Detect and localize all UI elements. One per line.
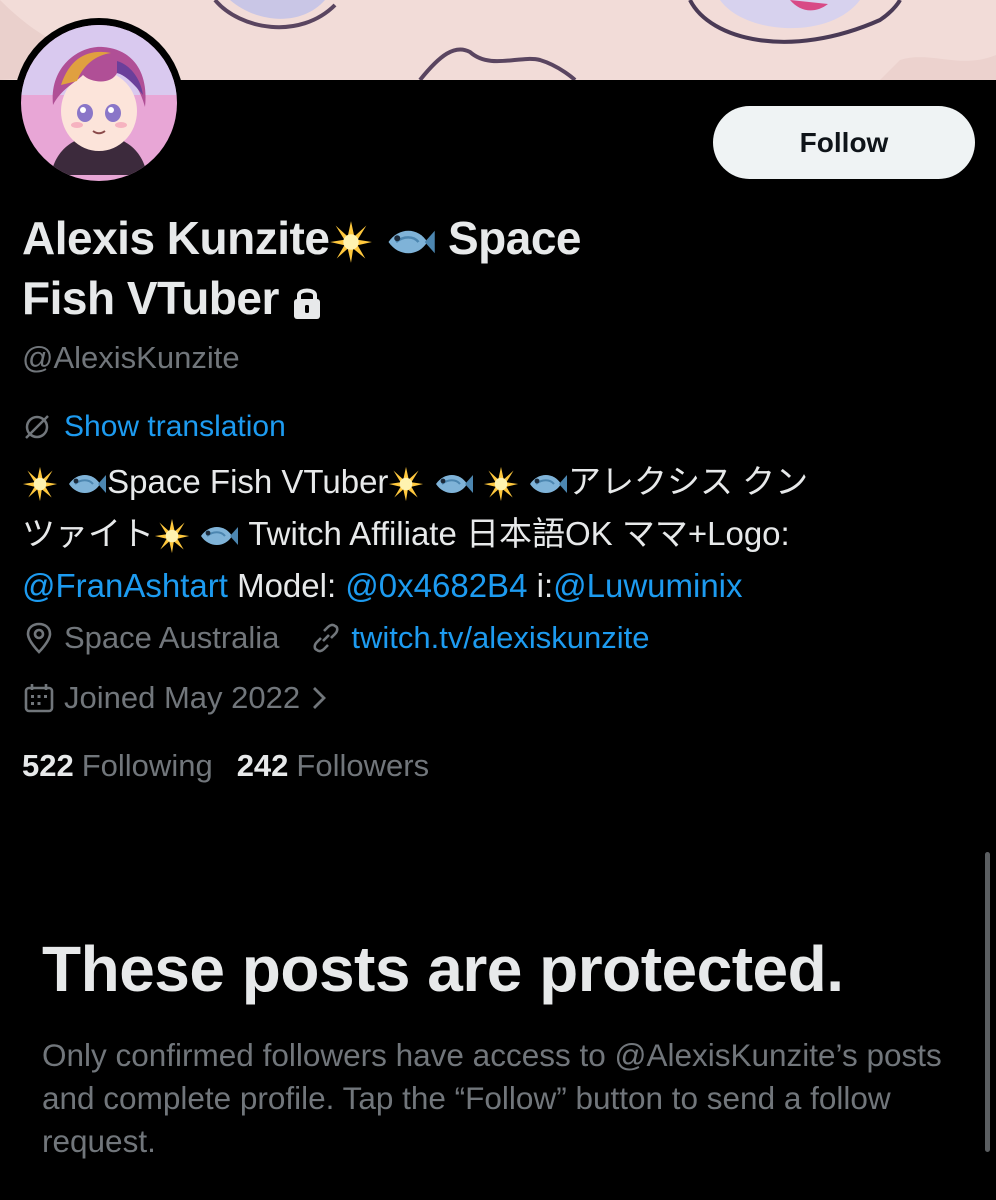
username-handle: @AlexisKunzite bbox=[22, 340, 240, 375]
location-text: Space Australia bbox=[64, 620, 280, 655]
bio-text-5: Model: bbox=[227, 567, 346, 604]
sparkle-icon bbox=[329, 220, 373, 264]
joined-text: Joined May 2022 bbox=[64, 680, 301, 715]
protected-title: These posts are protected. bbox=[42, 933, 844, 1005]
fish-icon bbox=[386, 223, 436, 261]
following-stat[interactable]: 522 Following bbox=[22, 748, 213, 784]
profile-bio: Space Fish VTuber アレクシス クン ツァイト Twitch A… bbox=[22, 456, 972, 612]
bio-text-3: ツァイト bbox=[22, 515, 154, 552]
sparkle-icon bbox=[388, 466, 424, 502]
lock-icon bbox=[291, 284, 323, 320]
display-name-part2: Space bbox=[447, 212, 582, 264]
show-translation-link[interactable]: Show translation bbox=[64, 410, 286, 444]
website-link[interactable]: twitch.tv/alexiskunzite bbox=[351, 620, 649, 656]
follow-stats: 522 Following 242 Followers bbox=[22, 748, 453, 784]
display-name-part1: Alexis Kunzite bbox=[22, 212, 330, 264]
sparkle-icon bbox=[483, 466, 519, 502]
display-name: Alexis Kunzite Space Fish VTuber bbox=[22, 208, 712, 328]
profile-meta-row: Space Australia twitch.tv/alexiskunzite bbox=[22, 620, 649, 656]
mention-link-luwuminix[interactable]: @Luwuminix bbox=[553, 567, 742, 604]
mention-link-0x4682b4[interactable]: @0x4682B4 bbox=[345, 567, 527, 604]
scrollbar[interactable] bbox=[985, 852, 990, 1152]
show-translation-row[interactable]: Show translation bbox=[22, 410, 286, 444]
bio-text-1: Space Fish VTuber bbox=[107, 463, 389, 500]
calendar-icon bbox=[22, 681, 56, 715]
translate-icon bbox=[22, 412, 52, 442]
avatar[interactable] bbox=[14, 18, 184, 188]
bio-text-2: アレクシス クン bbox=[567, 463, 809, 500]
bio-text-4: Twitch Affiliate 日本語OK ママ+Logo: bbox=[239, 515, 790, 552]
follow-button[interactable]: Follow bbox=[713, 106, 975, 179]
sparkle-icon bbox=[154, 518, 190, 554]
following-label: Following bbox=[81, 748, 213, 783]
followers-count: 242 bbox=[236, 748, 289, 783]
link-icon bbox=[309, 621, 343, 655]
bio-text-6: i: bbox=[527, 567, 554, 604]
location-pin-icon bbox=[22, 621, 56, 655]
followers-label: Followers bbox=[296, 748, 430, 783]
followers-stat[interactable]: 242 Followers bbox=[237, 748, 429, 784]
joined-row[interactable]: Joined May 2022 bbox=[22, 680, 328, 716]
chevron-right-icon bbox=[310, 683, 328, 713]
protected-description: Only confirmed followers have access to … bbox=[42, 1037, 942, 1159]
fish-icon bbox=[434, 469, 474, 499]
fish-icon bbox=[67, 469, 107, 499]
mention-link-franashtart[interactable]: @FranAshtart bbox=[22, 567, 228, 604]
following-count: 522 bbox=[22, 748, 74, 783]
fish-icon bbox=[199, 521, 239, 551]
sparkle-icon bbox=[22, 466, 58, 502]
fish-icon bbox=[528, 469, 568, 499]
display-name-part3: Fish VTuber bbox=[22, 272, 279, 324]
